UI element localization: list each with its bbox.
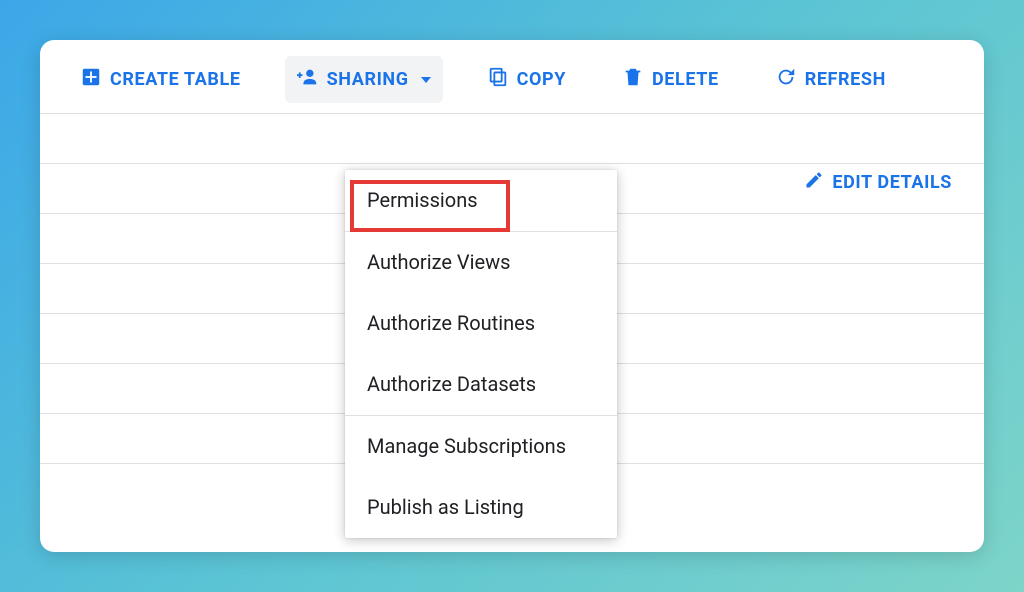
- copy-label: COPY: [517, 69, 566, 90]
- menu-item-authorize-routines[interactable]: Authorize Routines: [345, 293, 617, 354]
- delete-label: DELETE: [652, 69, 719, 90]
- sharing-dropdown: Permissions Authorize Views Authorize Ro…: [345, 170, 617, 538]
- plus-box-icon: [80, 66, 102, 93]
- refresh-icon: [775, 66, 797, 93]
- table-row: [40, 114, 984, 164]
- refresh-label: REFRESH: [805, 69, 886, 90]
- edit-details-button[interactable]: EDIT DETAILS: [804, 170, 952, 195]
- create-table-button[interactable]: CREATE TABLE: [68, 56, 253, 103]
- delete-button[interactable]: DELETE: [610, 56, 731, 103]
- menu-item-authorize-datasets[interactable]: Authorize Datasets: [345, 354, 617, 415]
- edit-details-label: EDIT DETAILS: [832, 172, 952, 193]
- trash-icon: [622, 66, 644, 93]
- dataset-panel: CREATE TABLE SHARING COPY DELETE: [40, 40, 984, 552]
- pencil-icon: [804, 170, 824, 195]
- menu-item-permissions[interactable]: Permissions: [345, 170, 617, 231]
- menu-item-publish-as-listing[interactable]: Publish as Listing: [345, 477, 617, 538]
- toolbar: CREATE TABLE SHARING COPY DELETE: [40, 40, 984, 113]
- sharing-button[interactable]: SHARING: [285, 56, 443, 103]
- copy-button[interactable]: COPY: [475, 56, 578, 103]
- chevron-down-icon: [421, 77, 431, 83]
- menu-item-authorize-views[interactable]: Authorize Views: [345, 232, 617, 293]
- menu-item-manage-subscriptions[interactable]: Manage Subscriptions: [345, 416, 617, 477]
- copy-icon: [487, 66, 509, 93]
- sharing-label: SHARING: [327, 69, 409, 90]
- refresh-button[interactable]: REFRESH: [763, 56, 898, 103]
- add-person-icon: [297, 66, 319, 93]
- create-table-label: CREATE TABLE: [110, 69, 241, 90]
